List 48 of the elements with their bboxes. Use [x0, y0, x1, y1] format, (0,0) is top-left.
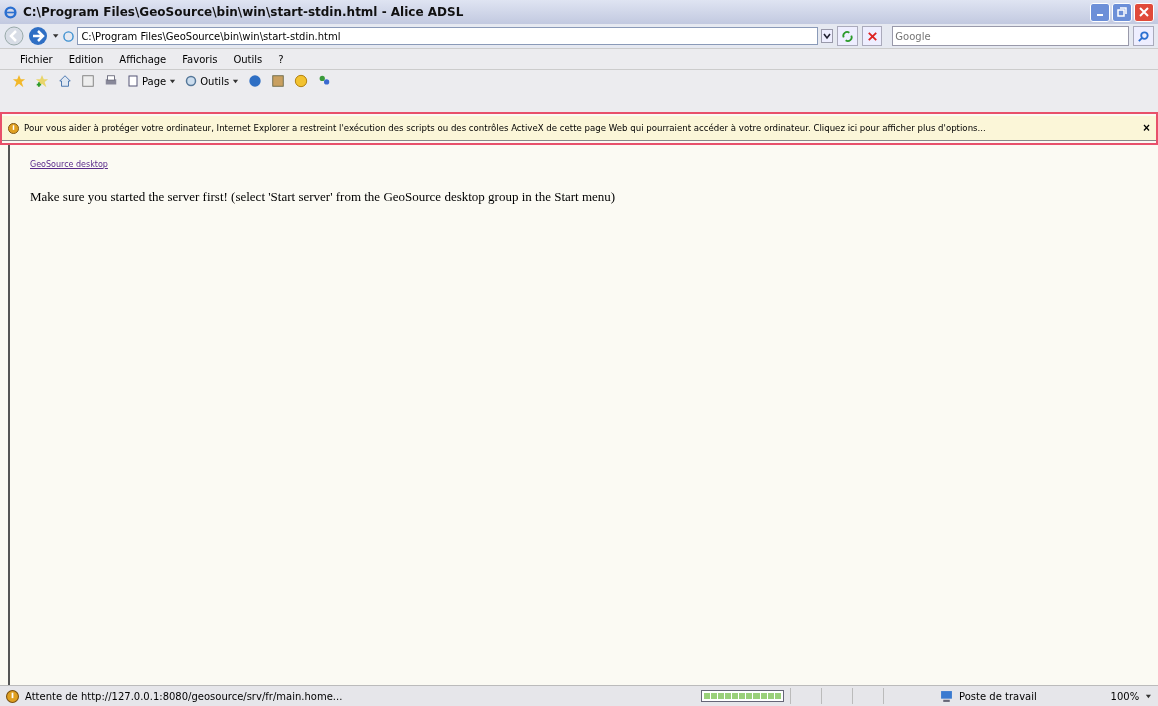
toolbar-menu-button[interactable]: Outils [185, 75, 240, 87]
forward-button[interactable] [28, 26, 48, 46]
home-icon[interactable] [58, 74, 72, 88]
computer-icon [940, 689, 954, 703]
dropdown-icon[interactable] [821, 29, 834, 43]
address-field[interactable]: C:\Program Files\GeoSource\bin\win\start-stdin.html [77, 27, 819, 45]
close-button[interactable]: × [1143, 121, 1150, 135]
page-icon [63, 30, 75, 42]
menu-item[interactable]: Affichage [119, 53, 167, 65]
restore-button[interactable] [1112, 2, 1132, 22]
toolbar-menu-button[interactable]: Page [127, 75, 177, 87]
search-field[interactable]: Google [892, 26, 1130, 46]
menu-item[interactable]: Favoris [182, 53, 218, 65]
status-text: Attente de http://127.0.0.1:8080/geosource/srv/fr/main.home... [25, 690, 344, 702]
minimize-icon [1097, 14, 1103, 16]
refresh-icon [841, 29, 855, 43]
close-button[interactable] [1134, 2, 1154, 22]
search-button[interactable] [1133, 26, 1154, 46]
geosource-link[interactable]: GeoSource desktop [30, 160, 108, 169]
minimize-button[interactable] [1090, 2, 1110, 22]
window-title: C:\Program Files\GeoSource\bin\win\start-stdin.html - Alice ADSL [23, 5, 465, 19]
caret-icon[interactable] [1145, 692, 1152, 700]
printer-icon[interactable] [104, 74, 118, 88]
stop-icon [865, 29, 879, 43]
page-icon [127, 75, 139, 87]
add-favorite-icon[interactable] [35, 74, 49, 88]
warning-icon [6, 689, 19, 703]
search-icon [1137, 29, 1151, 43]
close-icon [1139, 7, 1149, 17]
caret-icon[interactable] [52, 32, 60, 40]
zone-label: Poste de travail [959, 690, 1038, 702]
caret-icon [232, 77, 240, 85]
menu-item[interactable]: ? [278, 53, 284, 65]
menu-item[interactable]: Fichier [20, 53, 53, 65]
menu-item[interactable]: Outils [233, 53, 263, 65]
server-message: Make sure you started the server first! (select 'Start server' from the GeoSource desktop group in the Start menu) [30, 189, 617, 205]
zoom-button[interactable]: 100% [1110, 690, 1140, 702]
warning-icon [8, 122, 19, 134]
browser-logo-icon [4, 5, 17, 19]
caret-icon [169, 77, 177, 85]
menu-item[interactable]: Edition [68, 53, 104, 65]
star-icon[interactable] [12, 74, 26, 88]
forward-arrow-icon [28, 26, 48, 46]
feed-icon[interactable] [81, 74, 95, 88]
security-message: Pour vous aider à protéger votre ordinateur, Internet Explorer a restreint l'exécution des scripts ou des contrôles ActiveX de cette page Web qui pourraient accéder à votre ordinateur. Cliquez ici pour afficher plus d'options... [24, 123, 987, 133]
back-button[interactable] [4, 26, 24, 46]
restore-icon [1117, 7, 1127, 17]
stop-button[interactable] [861, 26, 883, 46]
